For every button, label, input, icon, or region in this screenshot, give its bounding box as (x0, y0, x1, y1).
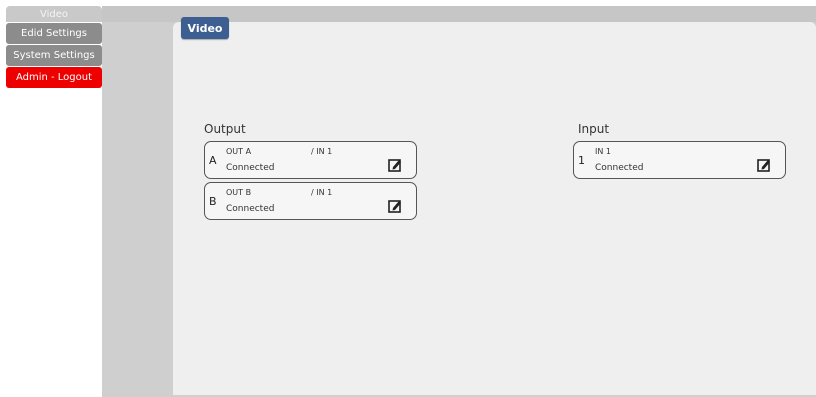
port-status: Connected (595, 163, 644, 173)
edit-icon[interactable] (388, 158, 402, 172)
sidebar-item-admin-logout[interactable]: Admin - Logout (6, 67, 102, 88)
output-port-b: B OUT B / IN 1 Connected (204, 182, 417, 220)
port-status: Connected (226, 204, 275, 214)
port-letter: A (209, 154, 217, 167)
panel-tab-video: Video (181, 17, 229, 39)
output-port-a: A OUT A / IN 1 Connected (204, 141, 417, 179)
sidebar: Video Edid Settings System Settings Admi… (6, 6, 102, 89)
edit-icon[interactable] (388, 199, 402, 213)
port-name: OUT A (226, 147, 252, 156)
port-status: Connected (226, 163, 275, 173)
port-letter: B (209, 195, 217, 208)
sidebar-item-edid-settings[interactable]: Edid Settings (6, 23, 102, 44)
port-number: 1 (578, 154, 585, 167)
input-port-1: 1 IN 1 Connected (573, 141, 786, 179)
edit-icon[interactable] (757, 158, 771, 172)
output-section-label: Output (204, 122, 246, 136)
port-route: / IN 1 (311, 147, 333, 156)
sidebar-item-video[interactable]: Video (6, 6, 102, 22)
port-route: / IN 1 (311, 188, 333, 197)
sidebar-item-system-settings[interactable]: System Settings (6, 45, 102, 66)
port-name: IN 1 (595, 147, 611, 156)
input-section-label: Input (578, 122, 610, 136)
port-name: OUT B (226, 188, 252, 197)
